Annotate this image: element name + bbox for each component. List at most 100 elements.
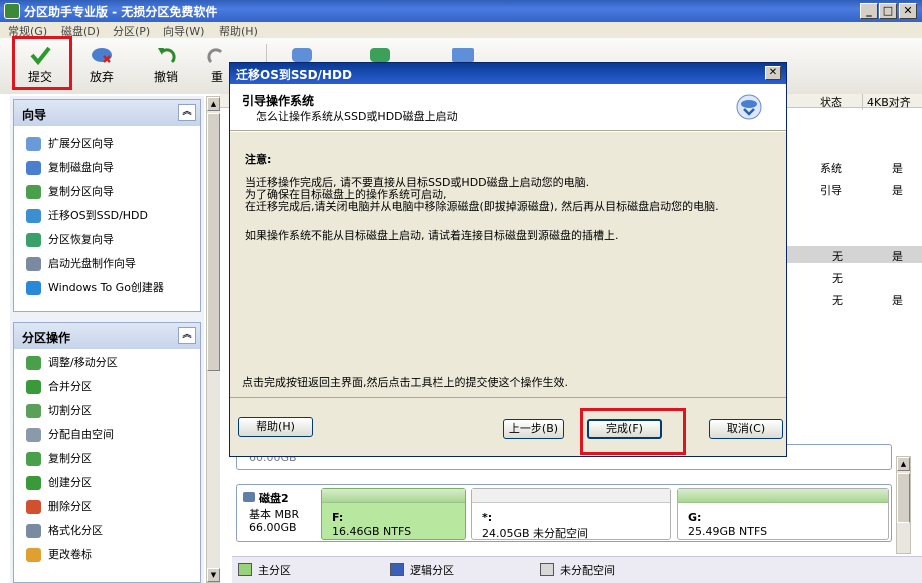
table-row[interactable]: 系统是 <box>820 160 903 176</box>
partition-unallocated[interactable]: *: 24.05GB 未分配空间 <box>471 488 671 540</box>
redo-button[interactable]: 重 <box>204 44 230 90</box>
recovery-icon <box>26 233 41 247</box>
wizard-panel-header: 向导 ︽ <box>14 100 200 126</box>
discard-button[interactable]: 放弃 <box>78 44 126 90</box>
col-4k-align[interactable]: 4KB对齐 <box>862 94 911 110</box>
partition-g-bar <box>678 489 888 503</box>
wizard-panel: 向导 ︽ 扩展分区向导 复制磁盘向导 复制分区向导 迁移OS到SSD/HDD 分… <box>13 99 201 312</box>
scroll-up-icon[interactable]: ▲ <box>897 457 910 471</box>
ops-panel-title: 分区操作 <box>22 331 71 345</box>
wizard-item-copy-partition[interactable]: 复制分区向导 <box>14 180 200 204</box>
migrate-os-icon <box>26 209 41 223</box>
finish-highlight-box <box>580 408 686 455</box>
format-icon <box>26 524 41 538</box>
op-allocate-free[interactable]: 分配自由空间 <box>14 423 200 447</box>
allocate-icon <box>26 428 41 442</box>
merge-icon <box>26 380 41 394</box>
scroll-up-icon[interactable]: ▲ <box>207 97 220 111</box>
maximize-button[interactable]: □ <box>879 3 897 19</box>
close-button[interactable]: ✕ <box>899 3 917 19</box>
back-button[interactable]: 上一步(B) <box>503 419 564 439</box>
op-format-partition[interactable]: 格式化分区 <box>14 519 200 543</box>
create-icon <box>26 476 41 490</box>
dialog-header-title: 引导操作系统 <box>242 94 315 108</box>
unallocated-size: 24.05GB 未分配空间 <box>482 527 589 540</box>
partition-f-bar <box>322 489 465 503</box>
cancel-button[interactable]: 取消(C) <box>709 419 783 439</box>
disk-tool-icon[interactable] <box>292 48 312 62</box>
table-row-selected[interactable]: 无是 <box>780 246 922 263</box>
copy-disk-icon <box>26 161 41 175</box>
unallocated-bar <box>472 489 670 503</box>
right-scroll-thumb[interactable] <box>897 473 910 523</box>
op-delete-partition[interactable]: 删除分区 <box>14 495 200 519</box>
note-paragraph: 当迁移操作完成后, 请不要直接从目标SSD或HDD磁盘上启动您的电脑. 为了确保… <box>245 176 719 213</box>
primary-partition-swatch <box>238 563 252 576</box>
disk-icon <box>243 492 255 502</box>
wizard-item-migrate-os[interactable]: 迁移OS到SSD/HDD <box>14 204 200 228</box>
table-row[interactable]: 无是 <box>832 292 903 308</box>
legend-primary: 主分区 <box>258 564 291 577</box>
collapse-icon[interactable]: ︽ <box>178 327 196 344</box>
left-scrollbar[interactable]: ▲ ▼ <box>206 96 221 583</box>
op-change-label[interactable]: 更改卷标 <box>14 543 200 567</box>
dialog-close-icon[interactable]: ✕ <box>765 66 781 80</box>
left-sidebar: 向导 ︽ 扩展分区向导 复制磁盘向导 复制分区向导 迁移OS到SSD/HDD 分… <box>10 96 204 583</box>
label-icon <box>26 548 41 562</box>
partition-ops-panel: 分区操作 ︽ 调整/移动分区 合并分区 切割分区 分配自由空间 复制分区 创建分… <box>13 322 201 583</box>
right-scrollbar[interactable]: ▲ <box>896 456 911 554</box>
wizard-item-recovery[interactable]: 分区恢复向导 <box>14 228 200 252</box>
app-title-bar: 分区助手专业版 - 无损分区免费软件 _ □ ✕ <box>0 0 922 22</box>
app-icon <box>4 3 20 19</box>
table-row[interactable]: 引导是 <box>820 182 903 198</box>
left-scroll-thumb[interactable] <box>207 113 220 371</box>
minimize-button[interactable]: _ <box>860 3 878 19</box>
op-split[interactable]: 切割分区 <box>14 399 200 423</box>
drive-tool-icon[interactable] <box>452 48 474 62</box>
cd-icon <box>26 257 41 271</box>
menu-bar: 常规(G) 磁盘(D) 分区(P) 向导(W) 帮助(H) <box>0 22 922 38</box>
migrate-os-dialog: 迁移OS到SSD/HDD ✕ 引导操作系统 怎么让操作系统从SSD或HDD磁盘上… <box>229 62 787 457</box>
header-separator <box>230 131 786 132</box>
dialog-title: 迁移OS到SSD/HDD <box>236 68 352 82</box>
ops-list: 调整/移动分区 合并分区 切割分区 分配自由空间 复制分区 创建分区 删除分区 … <box>14 349 200 567</box>
resize-icon <box>26 356 41 370</box>
partition-g-size: 25.49GB NTFS <box>688 525 768 538</box>
split-icon <box>26 404 41 418</box>
partition-g[interactable]: G: 25.49GB NTFS <box>677 488 889 540</box>
dialog-title-bar: 迁移OS到SSD/HDD ✕ <box>230 63 786 84</box>
ops-panel-header: 分区操作 ︽ <box>14 323 200 349</box>
menu-partition[interactable]: 分区(P) <box>113 23 150 39</box>
help-button[interactable]: 帮助(H) <box>238 417 313 437</box>
menu-help[interactable]: 帮助(H) <box>219 23 258 39</box>
wizard-item-extend[interactable]: 扩展分区向导 <box>14 132 200 156</box>
wizard-item-copy-disk[interactable]: 复制磁盘向导 <box>14 156 200 180</box>
op-resize-move[interactable]: 调整/移动分区 <box>14 351 200 375</box>
disk2-card[interactable]: 磁盘2 基本 MBR 66.00GB F: 16.46GB NTFS *: 24… <box>236 484 892 542</box>
wizard-panel-title: 向导 <box>22 108 47 122</box>
legend-logical: 逻辑分区 <box>410 564 454 577</box>
note-label: 注意: <box>245 153 272 166</box>
menu-wizard[interactable]: 向导(W) <box>163 23 204 39</box>
footer-note: 点击完成按钮返回主界面,然后点击工具栏上的提交使这个操作生效. <box>242 376 568 389</box>
table-row[interactable]: 无 <box>832 270 843 286</box>
col-status[interactable]: 状态 <box>820 94 842 110</box>
unallocated-label: *: <box>482 511 493 524</box>
disk-wizard-icon <box>736 94 762 120</box>
redo-label: 重 <box>210 70 223 84</box>
wizard-item-windows-to-go[interactable]: Windows To Go创建器 <box>14 276 200 300</box>
op-create-partition[interactable]: 创建分区 <box>14 471 200 495</box>
partition-f[interactable]: F: 16.46GB NTFS <box>321 488 466 540</box>
op-merge[interactable]: 合并分区 <box>14 375 200 399</box>
undo-label: 撤销 <box>153 70 178 84</box>
disk2-type: 基本 MBR <box>249 508 300 521</box>
app-title: 分区助手专业版 - 无损分区免费软件 <box>24 5 218 19</box>
scroll-down-icon[interactable]: ▼ <box>207 568 220 582</box>
legend-bar: 主分区 逻辑分区 未分配空间 <box>232 556 922 583</box>
undo-button[interactable]: 撤销 <box>142 44 190 90</box>
collapse-icon[interactable]: ︽ <box>178 104 196 121</box>
wizard-item-bootable-cd[interactable]: 启动光盘制作向导 <box>14 252 200 276</box>
wizard-tool-icon[interactable] <box>370 48 390 62</box>
discard-icon <box>90 44 114 66</box>
op-copy-partition[interactable]: 复制分区 <box>14 447 200 471</box>
